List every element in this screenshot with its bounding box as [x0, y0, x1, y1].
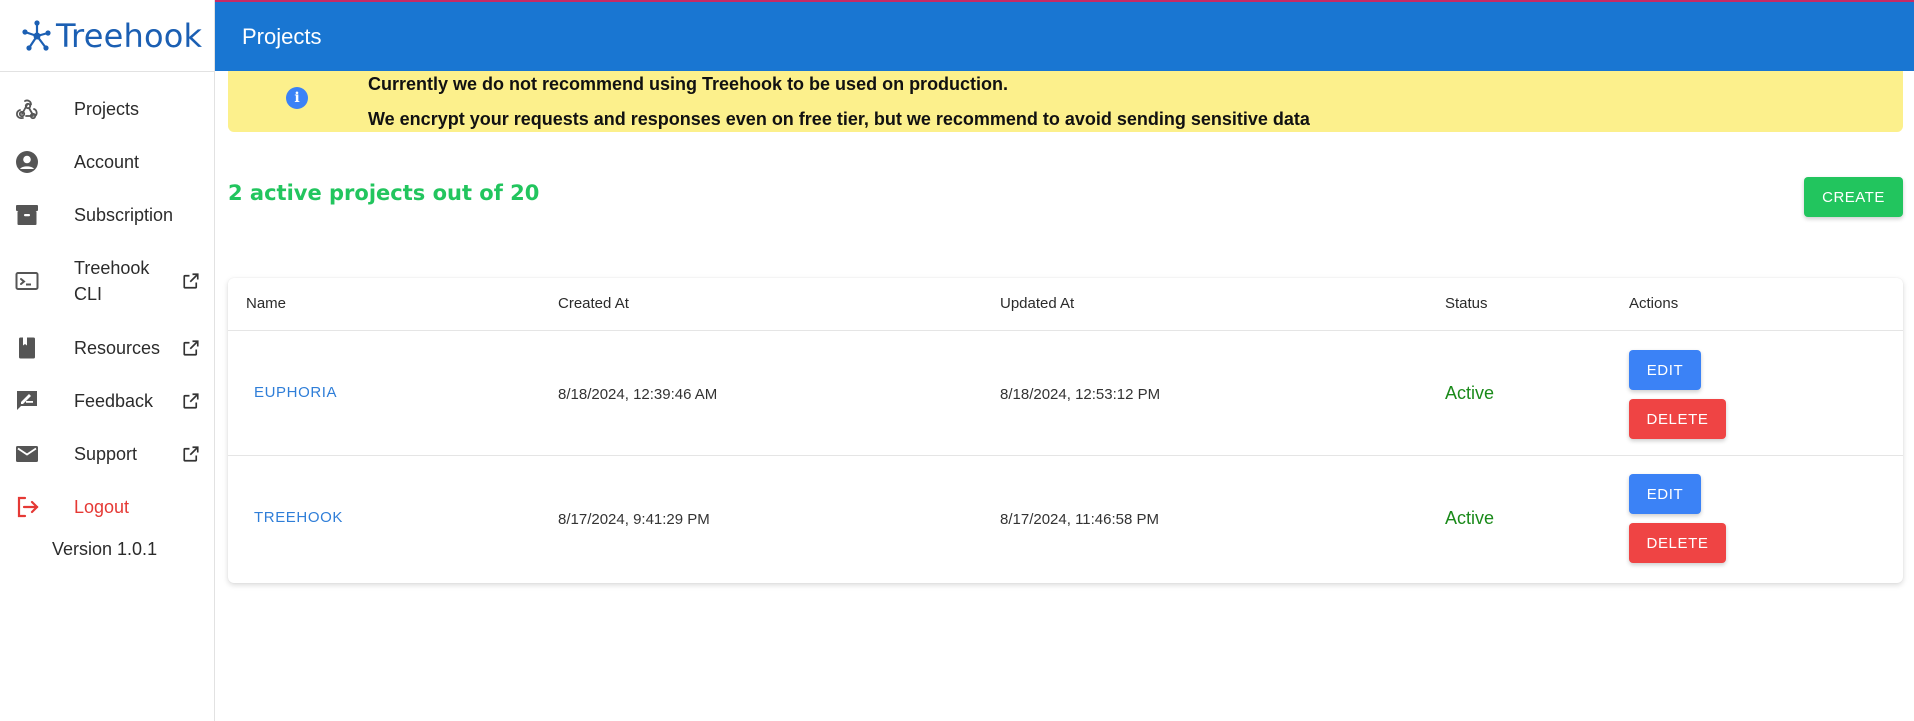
feedback-pen-icon — [14, 388, 40, 414]
project-name-link[interactable]: EUPHORIA — [254, 384, 337, 401]
column-header-created: Created At — [558, 295, 629, 312]
sidebar-item-treehook-cli[interactable]: Treehook CLI — [0, 241, 214, 321]
created-at-cell: 8/17/2024, 9:41:29 PM — [558, 511, 710, 528]
status-badge: Active — [1445, 383, 1495, 403]
sidebar-item-label: Support — [74, 443, 138, 464]
page-title: Projects — [242, 23, 322, 49]
sidebar-item-subscription[interactable]: Subscription — [0, 188, 214, 241]
project-name-link[interactable]: TREEHOOK — [254, 509, 343, 526]
brand[interactable]: Treehook — [0, 0, 214, 72]
active-projects-summary: 2 active projects out of 20 — [228, 181, 540, 205]
table-row: TREEHOOK 8/17/2024, 9:41:29 PM 8/17/2024… — [228, 456, 1903, 581]
sidebar-item-label: Treehook CLI — [74, 258, 150, 304]
created-at-cell: 8/18/2024, 12:39:46 AM — [558, 386, 718, 403]
create-button[interactable]: CREATE — [1804, 177, 1903, 217]
external-link-icon — [183, 273, 199, 289]
book-icon — [14, 335, 40, 361]
archive-box-icon — [14, 202, 40, 228]
sidebar-item-support[interactable]: Support — [0, 427, 214, 480]
warning-alert: i Currently we do not recommend using Tr… — [228, 71, 1903, 132]
updated-at-cell: 8/18/2024, 12:53:12 PM — [1000, 386, 1161, 403]
sidebar-item-label: Resources — [74, 337, 161, 358]
column-header-updated: Updated At — [1000, 295, 1075, 312]
main-content: i Currently we do not recommend using Tr… — [228, 71, 1903, 583]
delete-button[interactable]: DELETE — [1629, 399, 1726, 439]
delete-button[interactable]: DELETE — [1629, 523, 1726, 563]
account-circle-icon — [14, 149, 40, 175]
external-link-icon — [183, 392, 199, 409]
webhook-icon — [14, 96, 40, 122]
column-header-actions: Actions — [1629, 295, 1679, 312]
status-badge: Active — [1445, 508, 1495, 528]
sidebar-item-label: Subscription — [74, 204, 174, 225]
sidebar-item-projects[interactable]: Projects — [0, 82, 214, 135]
sidebar-item-logout[interactable]: Logout — [0, 480, 214, 533]
mail-icon — [14, 441, 40, 467]
alert-line-1: Currently we do not recommend using Tree… — [368, 74, 1009, 94]
external-link-icon — [183, 339, 199, 356]
sidebar-item-label: Account — [74, 151, 140, 172]
version-label: Version 1.0.1 — [52, 539, 158, 559]
top-header: Projects — [215, 0, 1914, 71]
treehook-logo-icon — [22, 19, 51, 51]
updated-at-cell: 8/17/2024, 11:46:58 PM — [1000, 511, 1160, 528]
sidebar-item-label: Projects — [74, 98, 140, 119]
terminal-icon — [14, 268, 40, 294]
brand-name: Treehook — [56, 16, 203, 55]
sidebar-item-resources[interactable]: Resources — [0, 321, 214, 374]
column-header-status: Status — [1445, 295, 1488, 312]
edit-button[interactable]: EDIT — [1629, 474, 1701, 514]
sidebar-nav: Projects Account Subscription Treehook C… — [0, 72, 214, 533]
table-row: EUPHORIA 8/18/2024, 12:39:46 AM 8/18/202… — [228, 331, 1903, 456]
edit-button[interactable]: EDIT — [1629, 350, 1701, 390]
sidebar: Treehook Projects Account Subscription T… — [0, 0, 215, 721]
logout-label: Logout — [74, 496, 130, 517]
sidebar-item-label: Feedback — [74, 390, 154, 411]
projects-table: Name Created At Updated At Status Action… — [228, 278, 1903, 583]
column-header-name: Name — [246, 295, 287, 312]
table-header: Name Created At Updated At Status Action… — [228, 278, 1903, 331]
alert-line-2: We encrypt your requests and responses e… — [368, 109, 1310, 129]
info-icon: i — [286, 87, 308, 109]
sidebar-item-feedback[interactable]: Feedback — [0, 374, 214, 427]
logout-icon — [14, 494, 40, 520]
sidebar-item-account[interactable]: Account — [0, 135, 214, 188]
external-link-icon — [183, 445, 199, 462]
